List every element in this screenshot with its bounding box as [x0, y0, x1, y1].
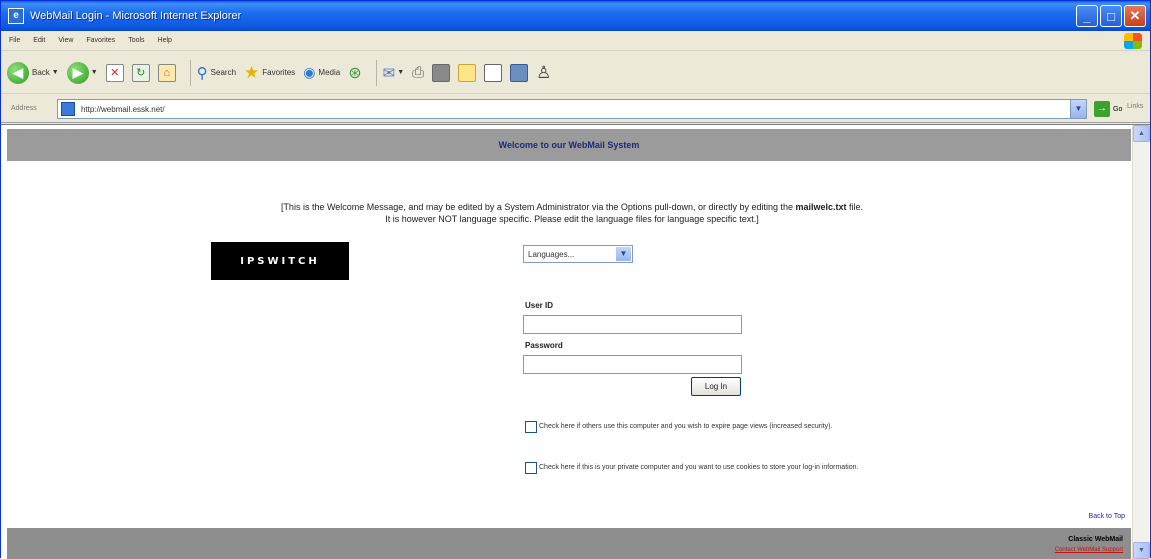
welcome-message: [This is the Welcome Message, and may be…: [280, 202, 864, 224]
address-bar: Address http://webmail.essk.net/ ▼ → Go …: [1, 95, 1150, 123]
media-button[interactable]: ◉ Media: [303, 64, 340, 81]
stop-icon: ✕: [105, 63, 124, 82]
ipswitch-logo: IPSWITCH: [211, 242, 349, 280]
edit-button[interactable]: [432, 63, 451, 82]
ie-icon: e: [8, 8, 24, 24]
print-button[interactable]: ⎙: [412, 64, 424, 81]
toolbar: ◀ Back ▼ ▶ ▼ ✕ ↻ ⌂ ⚲ Search ★ Favorites …: [1, 52, 1150, 94]
address-input[interactable]: http://webmail.essk.net/ ▼: [57, 99, 1087, 119]
forward-arrow-icon: ▶: [66, 61, 89, 84]
close-button[interactable]: ✕: [1124, 5, 1146, 27]
page-title: Welcome to our WebMail System: [498, 140, 640, 150]
title-bar: e WebMail Login - Microsoft Internet Exp…: [1, 1, 1150, 31]
chevron-down-icon: ▼: [90, 69, 98, 76]
folder-icon: [458, 63, 477, 82]
address-label: Address: [11, 105, 37, 112]
use-cookies-option: Check here if this is your private compu…: [525, 462, 1055, 474]
refresh-icon: ↻: [131, 63, 150, 82]
page-viewport: Welcome to our WebMail System [This is t…: [1, 124, 1150, 559]
header-band: Welcome to our WebMail System: [7, 129, 1131, 161]
menu-favorites[interactable]: Favorites: [86, 37, 115, 44]
contact-support-link[interactable]: Contact WebMail Support: [1055, 547, 1123, 553]
person-icon: ♙: [536, 62, 552, 82]
maximize-button[interactable]: □: [1100, 5, 1122, 27]
password-field[interactable]: [523, 355, 742, 374]
chevron-down-icon: ▼: [616, 247, 631, 261]
welcome-file-name: mailwelc.txt: [795, 202, 847, 212]
menu-view[interactable]: View: [58, 37, 73, 44]
history-icon: ⊛: [348, 64, 362, 82]
menu-bar: File Edit View Favorites Tools Help: [1, 31, 1150, 51]
home-button[interactable]: ⌂: [157, 63, 176, 82]
go-button[interactable]: → Go: [1094, 101, 1122, 117]
url-text: http://webmail.essk.net/: [81, 104, 165, 114]
language-select[interactable]: Languages... ▼: [523, 245, 633, 263]
messenger-button[interactable]: [510, 63, 529, 82]
home-icon: ⌂: [157, 63, 176, 82]
expire-views-option: Check here if others use this computer a…: [525, 421, 832, 433]
login-button[interactable]: Log In: [691, 377, 741, 396]
favorites-button[interactable]: ★ Favorites: [244, 63, 295, 83]
footer-band: Classic WebMail Contact WebMail Support: [7, 528, 1131, 559]
page-icon: [61, 102, 75, 116]
classic-webmail-label: Classic WebMail: [1068, 536, 1123, 543]
user-id-field[interactable]: [523, 315, 742, 334]
page-content: Welcome to our WebMail System [This is t…: [7, 125, 1131, 559]
toolbar-divider: [189, 59, 191, 86]
forward-button[interactable]: ▶ ▼: [66, 61, 98, 84]
chevron-down-icon: ▼: [51, 69, 59, 76]
menu-tools[interactable]: Tools: [128, 37, 144, 44]
research-button[interactable]: [484, 63, 503, 82]
windows-logo-icon: [1124, 33, 1142, 49]
print-icon: ⎙: [412, 64, 425, 81]
document-icon: [484, 63, 503, 82]
links-button[interactable]: Links: [1127, 103, 1143, 110]
go-arrow-icon: →: [1094, 101, 1110, 117]
person-button[interactable]: ♙: [536, 63, 551, 83]
media-icon: ◉: [303, 64, 316, 80]
menu-edit[interactable]: Edit: [33, 37, 45, 44]
minimize-button[interactable]: _: [1076, 5, 1098, 27]
address-dropdown-button[interactable]: ▼: [1070, 100, 1086, 118]
history-button[interactable]: ⊛: [348, 63, 361, 83]
star-icon: ★: [244, 62, 260, 82]
refresh-button[interactable]: ↻: [131, 63, 150, 82]
mail-icon: ✉: [382, 64, 396, 82]
password-label: Password: [525, 341, 563, 350]
menu-help[interactable]: Help: [158, 37, 172, 44]
mail-button[interactable]: ✉ ▼: [383, 64, 405, 82]
stop-button[interactable]: ✕: [105, 63, 124, 82]
scroll-up-button[interactable]: ▲: [1133, 125, 1150, 142]
discuss-button[interactable]: [458, 63, 477, 82]
browser-window: e WebMail Login - Microsoft Internet Exp…: [0, 0, 1151, 559]
use-cookies-checkbox[interactable]: [525, 462, 537, 474]
expire-views-checkbox[interactable]: [525, 421, 537, 433]
chevron-down-icon: ▼: [397, 69, 405, 76]
vertical-scrollbar[interactable]: ▲ ▼: [1132, 125, 1150, 559]
toolbar-divider: [375, 59, 377, 86]
user-id-label: User ID: [525, 301, 554, 310]
back-button[interactable]: ◀ Back ▼: [7, 61, 59, 84]
edit-icon: [432, 63, 451, 82]
search-icon: ⚲: [196, 64, 208, 82]
search-button[interactable]: ⚲ Search: [197, 64, 236, 82]
back-arrow-icon: ◀: [7, 61, 29, 84]
scroll-down-button[interactable]: ▼: [1133, 542, 1150, 559]
window-title: WebMail Login - Microsoft Internet Explo…: [30, 10, 242, 22]
back-to-top-link[interactable]: Back to Top: [1089, 513, 1125, 520]
menu-file[interactable]: File: [9, 37, 20, 44]
messenger-icon: [510, 63, 529, 82]
